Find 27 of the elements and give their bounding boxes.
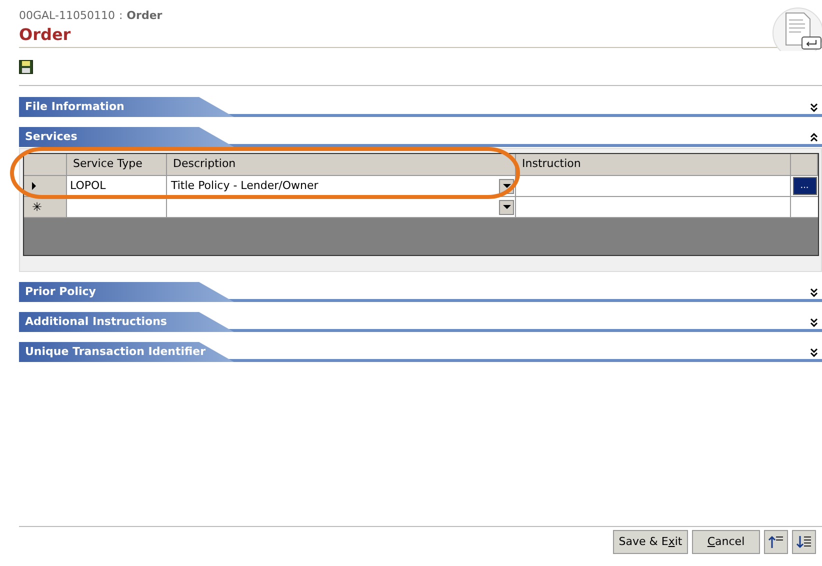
section-tab[interactable]: Prior Policy [19,282,234,302]
expand-icon[interactable] [810,103,818,112]
separator: : [118,8,123,24]
section-tab[interactable]: Unique Transaction Identifier [19,342,234,362]
collapse-icon[interactable] [810,133,818,142]
expand-icon[interactable] [810,348,818,357]
page-title: Order [19,24,72,44]
file-number: 00GAL-11050110 [19,8,115,24]
move-down-button[interactable] [792,530,816,554]
table-cell: LOPOL [67,176,167,197]
arrow-down-lines-icon [796,535,812,549]
breadcrumb: Order [126,8,162,24]
cancel-button[interactable]: Cancel [692,530,760,554]
move-up-button[interactable] [764,530,788,554]
section-tab[interactable]: Services [19,127,234,147]
expand-icon[interactable] [810,318,818,327]
save-exit-button[interactable]: Save & Exit [613,530,688,554]
section-tab[interactable]: File Information [19,97,234,117]
save-icon[interactable] [19,60,33,74]
arrow-up-lines-icon [768,535,784,549]
expand-icon[interactable] [810,288,818,297]
row-pointer-icon [32,182,36,190]
description-dropdown[interactable]: Title Policy - Lender/Owner [167,176,516,197]
new-row-marker: ✳ [32,201,42,213]
document-icon[interactable] [772,7,822,51]
section-tab[interactable]: Additional Instructions [19,312,234,332]
ellipsis-button[interactable]: ... [792,177,816,195]
